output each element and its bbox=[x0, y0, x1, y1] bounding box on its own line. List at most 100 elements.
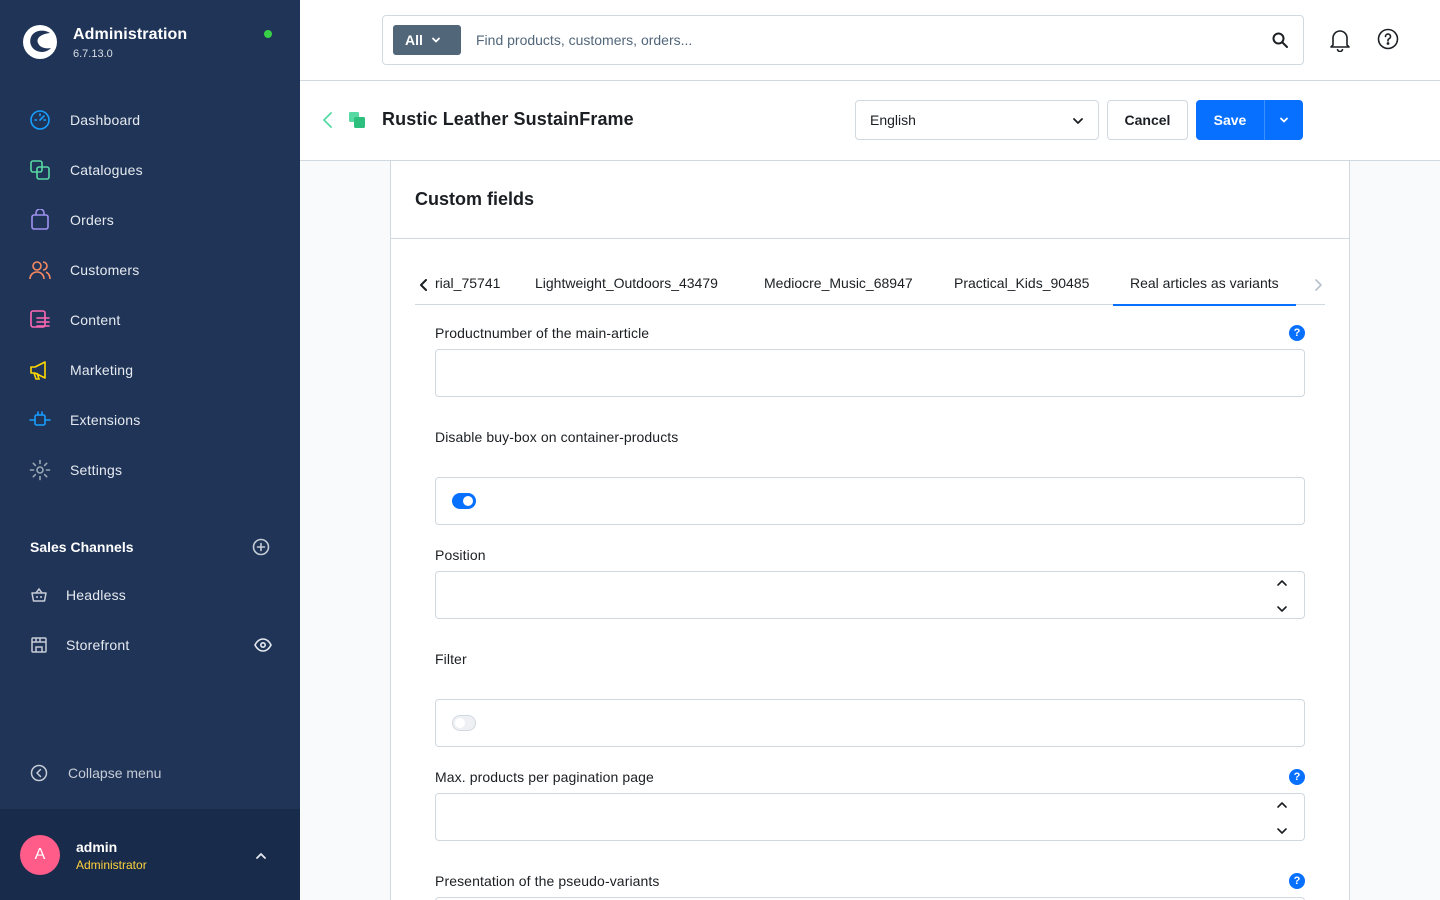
product-icon bbox=[349, 112, 365, 128]
field-label: Productnumber of the main-article bbox=[435, 325, 650, 341]
max-products-input[interactable] bbox=[436, 794, 1304, 840]
tab-set-active[interactable]: Real articles as variants bbox=[1113, 275, 1296, 306]
nav-label: Marketing bbox=[70, 362, 134, 378]
sales-channels-title: Sales Channels bbox=[30, 539, 134, 555]
sales-channel-headless[interactable]: Headless bbox=[30, 580, 275, 610]
nav-item-settings[interactable]: Settings bbox=[0, 445, 300, 495]
collapse-menu[interactable]: Collapse menu bbox=[30, 764, 161, 782]
search-type-select[interactable]: All bbox=[393, 25, 461, 55]
nav-label: Extensions bbox=[70, 412, 141, 428]
search-type-label: All bbox=[405, 32, 423, 48]
app-title: Administration bbox=[73, 26, 188, 43]
nav-label: Dashboard bbox=[70, 112, 141, 128]
nav-label: Customers bbox=[70, 262, 140, 278]
user-menu[interactable]: A admin Administrator bbox=[0, 809, 300, 900]
nav-item-extensions[interactable]: Extensions bbox=[0, 395, 300, 445]
content-icon bbox=[29, 309, 51, 331]
bell-icon[interactable] bbox=[1329, 28, 1351, 52]
storefront-icon bbox=[31, 637, 47, 653]
nav-label: Settings bbox=[70, 462, 123, 478]
help-icon[interactable] bbox=[1377, 28, 1399, 50]
smart-bar: Rustic Leather SustainFrame English Canc… bbox=[300, 81, 1440, 161]
tab-set[interactable]: rial_75741 bbox=[435, 275, 500, 291]
chevron-left-icon[interactable] bbox=[419, 279, 429, 291]
chevron-down-icon[interactable] bbox=[1276, 826, 1288, 836]
chevron-up-icon[interactable] bbox=[254, 849, 268, 863]
chevron-right-icon[interactable] bbox=[1313, 279, 1323, 291]
search-icon[interactable] bbox=[1271, 31, 1289, 49]
user-role: Administrator bbox=[76, 858, 147, 872]
app-version: 6.7.13.0 bbox=[73, 48, 113, 60]
help-icon[interactable]: ? bbox=[1289, 769, 1305, 785]
save-button[interactable]: Save bbox=[1196, 100, 1264, 140]
dashboard-icon bbox=[29, 109, 51, 131]
position-input[interactable] bbox=[436, 572, 1304, 618]
nav-item-catalogues[interactable]: Catalogues bbox=[0, 145, 300, 195]
sales-channel-storefront[interactable]: Storefront bbox=[30, 630, 275, 660]
help-icon[interactable]: ? bbox=[1289, 325, 1305, 341]
nav-item-orders[interactable]: Orders bbox=[0, 195, 300, 245]
nav-label: Content bbox=[70, 312, 121, 328]
chevron-up-icon[interactable] bbox=[1276, 578, 1288, 588]
language-value: English bbox=[870, 112, 916, 128]
field-label: Presentation of the pseudo-variants bbox=[435, 873, 660, 889]
collapse-icon bbox=[30, 764, 48, 782]
position-field[interactable] bbox=[435, 571, 1305, 619]
nav-item-content[interactable]: Content bbox=[0, 295, 300, 345]
settings-icon bbox=[29, 459, 51, 481]
custom-field-set-tabs: rial_75741 Lightweight_Outdoors_43479 Me… bbox=[415, 265, 1325, 306]
tab-set[interactable]: Lightweight_Outdoors_43479 bbox=[535, 275, 718, 291]
save-options-button[interactable] bbox=[1264, 100, 1303, 140]
card-divider bbox=[391, 238, 1349, 239]
chevron-down-icon bbox=[431, 37, 440, 43]
disable-buybox-field bbox=[435, 477, 1305, 525]
basket-icon bbox=[31, 587, 47, 602]
disable-buybox-switch[interactable] bbox=[452, 493, 476, 509]
customers-icon bbox=[29, 259, 51, 281]
avatar: A bbox=[20, 835, 60, 875]
brand[interactable]: Administration 6.7.13.0 bbox=[22, 24, 187, 60]
nav-item-marketing[interactable]: Marketing bbox=[0, 345, 300, 395]
sidebar: Administration 6.7.13.0 Dashboard Catalo… bbox=[0, 0, 300, 900]
page-title: Rustic Leather SustainFrame bbox=[382, 109, 634, 129]
field-label: Disable buy-box on container-products bbox=[435, 429, 679, 445]
orders-icon bbox=[29, 209, 51, 231]
main-article-number-field[interactable] bbox=[435, 349, 1305, 397]
nav-item-dashboard[interactable]: Dashboard bbox=[0, 95, 300, 145]
chevron-down-icon bbox=[1073, 118, 1083, 124]
sales-channels-header: Sales Channels bbox=[30, 538, 270, 556]
add-sales-channel-icon[interactable] bbox=[252, 538, 270, 556]
main-nav: Dashboard Catalogues Orders Customers Co… bbox=[0, 95, 300, 495]
cancel-button[interactable]: Cancel bbox=[1107, 100, 1188, 140]
field-label: Position bbox=[435, 547, 486, 563]
nav-item-customers[interactable]: Customers bbox=[0, 245, 300, 295]
catalogues-icon bbox=[29, 159, 51, 181]
eye-icon[interactable] bbox=[254, 636, 272, 654]
filter-field bbox=[435, 699, 1305, 747]
chevron-down-icon bbox=[1280, 117, 1288, 123]
extensions-icon bbox=[29, 409, 51, 431]
help-icon[interactable]: ? bbox=[1289, 873, 1305, 889]
tab-set[interactable]: Mediocre_Music_68947 bbox=[764, 275, 913, 291]
top-bar: All bbox=[300, 0, 1440, 81]
language-select[interactable]: English bbox=[855, 100, 1099, 140]
field-label: Filter bbox=[435, 651, 467, 667]
sales-channel-label: Storefront bbox=[66, 637, 130, 653]
nav-label: Orders bbox=[70, 212, 114, 228]
global-search: All bbox=[382, 15, 1304, 65]
nav-label: Catalogues bbox=[70, 162, 143, 178]
chevron-down-icon[interactable] bbox=[1276, 604, 1288, 614]
collapse-menu-label: Collapse menu bbox=[68, 765, 162, 781]
custom-fields-card: Custom fields rial_75741 Lightweight_Out… bbox=[390, 161, 1350, 900]
field-label: Max. products per pagination page bbox=[435, 769, 654, 785]
search-input[interactable] bbox=[476, 24, 1236, 56]
tab-set[interactable]: Practical_Kids_90485 bbox=[954, 275, 1089, 291]
number-stepper[interactable] bbox=[1274, 800, 1290, 836]
chevron-up-icon[interactable] bbox=[1276, 800, 1288, 810]
chevron-left-icon[interactable] bbox=[322, 111, 334, 129]
user-name: admin bbox=[76, 839, 118, 855]
main-article-number-input[interactable] bbox=[436, 350, 1304, 396]
number-stepper[interactable] bbox=[1274, 578, 1290, 614]
filter-switch[interactable] bbox=[452, 715, 476, 731]
max-products-field[interactable] bbox=[435, 793, 1305, 841]
